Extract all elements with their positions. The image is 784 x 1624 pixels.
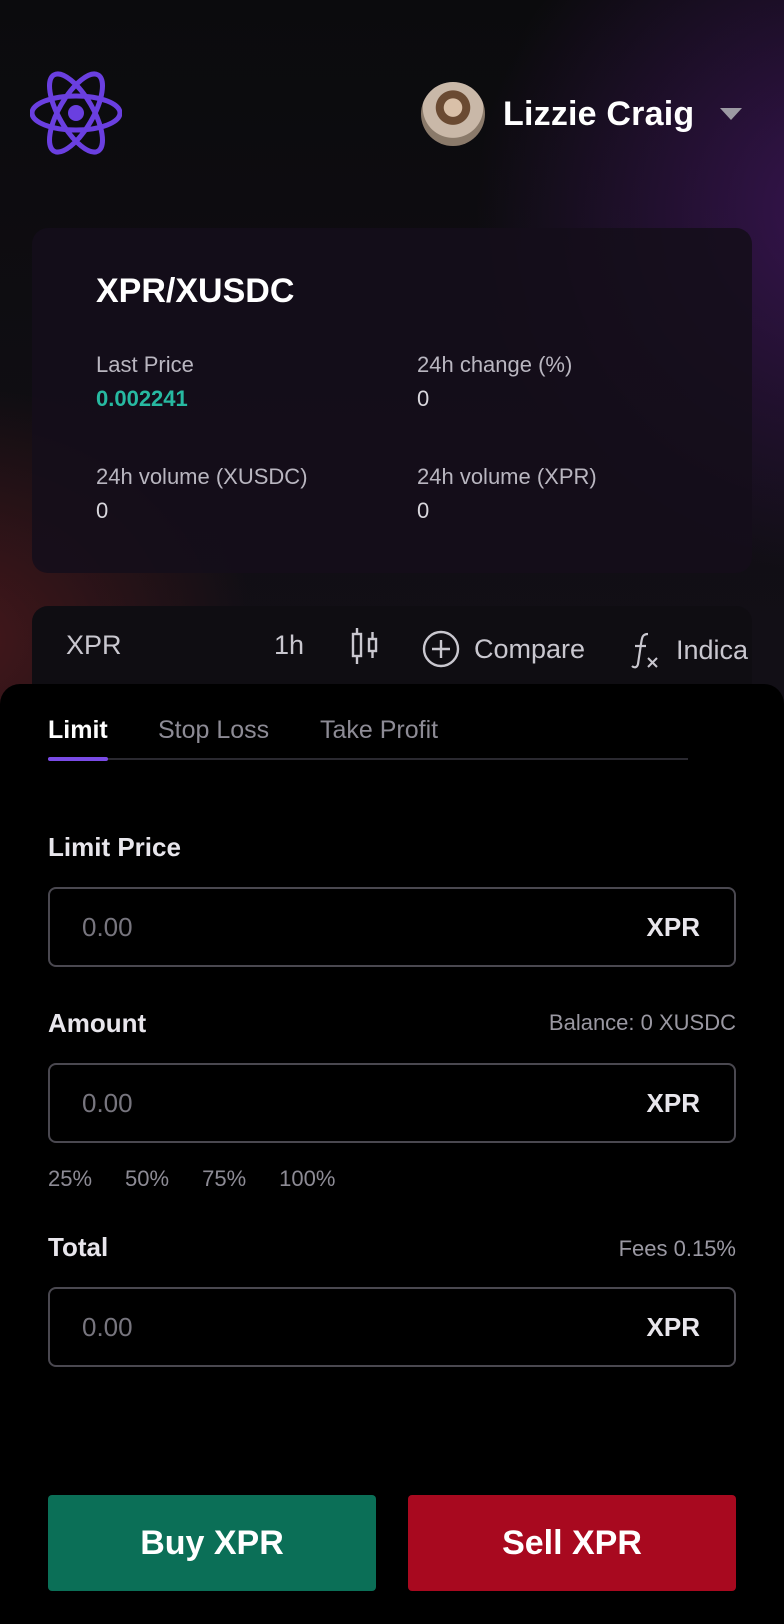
indicators-button[interactable]: Indica bbox=[630, 630, 748, 670]
volume-quote-stat: 24h volume (XUSDC) 0 bbox=[96, 464, 308, 524]
balance-text: Balance: 0 XUSDC bbox=[548, 1010, 736, 1035]
total-field[interactable]: XPR bbox=[48, 1287, 736, 1367]
pct-75-button[interactable]: 75% bbox=[202, 1166, 246, 1192]
last-price-value: 0.002241 bbox=[96, 386, 188, 411]
function-icon bbox=[631, 632, 658, 669]
order-panel: Limit Stop Loss Take Profit bbox=[0, 684, 784, 1624]
symbol-selector[interactable]: XPR bbox=[66, 630, 122, 661]
limit-price-field[interactable]: XPR bbox=[48, 887, 736, 967]
tab-limit[interactable]: Limit bbox=[48, 716, 108, 761]
buy-button[interactable]: Buy XPR bbox=[48, 1495, 376, 1591]
pct-25-button[interactable]: 25% bbox=[48, 1166, 92, 1192]
limit-price-label: Limit Price bbox=[48, 832, 181, 862]
plus-circle-icon bbox=[422, 630, 460, 668]
fees-text: Fees 0.15% bbox=[618, 1236, 736, 1261]
limit-price-unit: XPR bbox=[646, 911, 700, 942]
caret-down-icon[interactable] bbox=[720, 108, 743, 120]
total-label: Total bbox=[48, 1232, 109, 1262]
change-value: 0 bbox=[417, 386, 430, 411]
amount-field[interactable]: XPR bbox=[48, 1063, 736, 1143]
tab-take-profit[interactable]: Take Profit bbox=[320, 716, 438, 757]
last-price-stat: Last Price 0.002241 bbox=[96, 352, 194, 412]
last-price-label: Last Price bbox=[96, 352, 194, 377]
avatar bbox=[421, 82, 485, 146]
volume-quote-label: 24h volume (XUSDC) bbox=[96, 464, 308, 489]
volume-base-value: 0 bbox=[417, 498, 430, 523]
amount-percentage-shortcuts: 25% 50% 75% 100% bbox=[48, 1166, 335, 1192]
candlestick-icon[interactable] bbox=[350, 626, 380, 666]
order-type-tabs: Limit Stop Loss Take Profit bbox=[48, 716, 688, 761]
amount-input[interactable] bbox=[82, 1087, 562, 1119]
atom-logo-icon[interactable] bbox=[30, 62, 122, 164]
trading-pair-title: XPR/XUSDC bbox=[96, 272, 295, 310]
market-summary-card: XPR/XUSDC Last Price 0.002241 24h change… bbox=[32, 228, 752, 573]
volume-base-label: 24h volume (XPR) bbox=[417, 464, 597, 489]
pct-100-button[interactable]: 100% bbox=[279, 1166, 335, 1192]
change-stat: 24h change (%) 0 bbox=[417, 352, 572, 412]
amount-unit: XPR bbox=[646, 1087, 700, 1118]
user-menu[interactable]: Lizzie Craig bbox=[421, 82, 743, 146]
volume-quote-value: 0 bbox=[96, 498, 109, 523]
total-input[interactable] bbox=[82, 1311, 562, 1343]
pct-50-button[interactable]: 50% bbox=[125, 1166, 169, 1192]
compare-label: Compare bbox=[474, 633, 586, 664]
chart-toolbar: XPR 1h Compare Indica bbox=[32, 606, 752, 696]
user-name: Lizzie Craig bbox=[503, 94, 695, 133]
sell-button[interactable]: Sell XPR bbox=[408, 1495, 736, 1591]
volume-base-stat: 24h volume (XPR) 0 bbox=[417, 464, 597, 524]
change-label: 24h change (%) bbox=[417, 352, 573, 377]
amount-label: Amount bbox=[48, 1008, 147, 1038]
indicators-label: Indica bbox=[676, 634, 749, 665]
interval-selector[interactable]: 1h bbox=[274, 630, 304, 661]
total-unit: XPR bbox=[646, 1311, 700, 1342]
tab-stop-loss[interactable]: Stop Loss bbox=[158, 716, 269, 757]
limit-price-input[interactable] bbox=[82, 911, 562, 943]
compare-button[interactable]: Compare bbox=[422, 630, 585, 668]
